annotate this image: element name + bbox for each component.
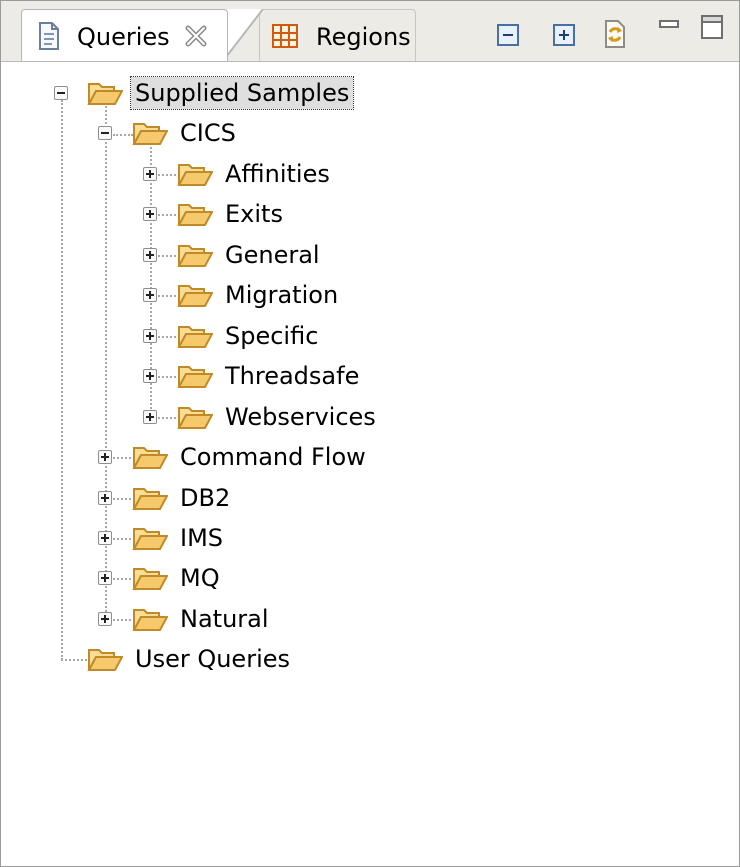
tree-node-natural[interactable]: Natural (1, 600, 401, 640)
tree-node-label: Migration (225, 281, 339, 309)
tree-node-label: Affinities (225, 160, 330, 188)
folder-open-icon (177, 245, 213, 267)
tree-connector (158, 376, 176, 378)
minimize-icon[interactable] (659, 15, 679, 34)
tree-connector (113, 457, 131, 459)
tree-node-label: Threadsafe (225, 362, 360, 390)
view-tab-bar: Regions Queries (1, 1, 739, 62)
tree-connector (158, 295, 176, 297)
tree-node-specific[interactable]: Specific (1, 317, 401, 357)
tree-connector (158, 214, 176, 216)
tree-node-label: General (225, 241, 320, 269)
tree-connector (113, 619, 131, 621)
tree-node-migration[interactable]: Migration (1, 276, 401, 316)
expand-toggle-icon[interactable] (143, 329, 157, 343)
tree-node-user-queries[interactable]: User Queries (1, 640, 401, 680)
tree-node-label: MQ (180, 564, 220, 592)
tree-connector (113, 538, 131, 540)
folder-open-icon (177, 164, 213, 186)
tree-node-affinities[interactable]: Affinities (1, 155, 401, 195)
query-tree: Supplied Samples CICS Affinities Exits G… (1, 62, 739, 866)
tree-node-command-flow[interactable]: Command Flow (1, 438, 401, 478)
tab-regions[interactable]: Regions (259, 9, 416, 61)
tree-node-mq[interactable]: MQ (1, 559, 401, 599)
folder-open-icon (132, 528, 168, 550)
folder-open-icon (132, 488, 168, 510)
refresh-icon[interactable] (601, 19, 627, 53)
tree-node-label: DB2 (180, 484, 231, 512)
folder-open-icon (177, 407, 213, 429)
expand-toggle-icon[interactable] (143, 248, 157, 262)
expand-toggle-icon[interactable] (98, 450, 112, 464)
document-icon (38, 22, 60, 54)
tree-node-label: Command Flow (180, 443, 366, 471)
tree-node-ims[interactable]: IMS (1, 519, 401, 559)
folder-open-icon (132, 447, 168, 469)
queries-view-panel: Regions Queries Supplied Samples CICS Af… (0, 0, 740, 867)
tree-node-label: IMS (180, 524, 224, 552)
tree-connector (158, 255, 176, 257)
tree-connector (158, 336, 176, 338)
folder-open-icon (87, 649, 123, 671)
tree-node-label: Natural (180, 605, 269, 633)
tree-node-general[interactable]: General (1, 236, 401, 276)
tree-node-label: Exits (225, 200, 283, 228)
tree-node-label: Webservices (225, 403, 376, 431)
folder-open-icon (132, 609, 168, 631)
tree-node-supplied-samples[interactable]: Supplied Samples (1, 74, 361, 114)
tree-node-label: Supplied Samples (129, 76, 355, 110)
expand-toggle-icon[interactable] (98, 571, 112, 585)
expand-toggle-icon[interactable] (98, 491, 112, 505)
tree-connector (113, 498, 131, 500)
tab-regions-label: Regions (316, 23, 411, 51)
tree-node-cics[interactable]: CICS (1, 114, 301, 154)
folder-open-icon (132, 123, 168, 145)
expand-toggle-icon[interactable] (98, 612, 112, 626)
expand-all-icon[interactable] (553, 24, 575, 50)
close-icon[interactable] (185, 25, 207, 51)
folder-open-icon (177, 326, 213, 348)
expand-toggle-icon[interactable] (143, 207, 157, 221)
collapse-all-icon[interactable] (497, 24, 519, 50)
tree-node-db2[interactable]: DB2 (1, 479, 401, 519)
tab-divider (223, 9, 263, 61)
tree-node-threadsafe[interactable]: Threadsafe (1, 357, 401, 397)
tree-connector (158, 417, 176, 419)
maximize-icon[interactable] (701, 15, 723, 43)
folder-open-icon (87, 83, 123, 105)
tree-node-exits[interactable]: Exits (1, 195, 401, 235)
expand-toggle-icon[interactable] (143, 167, 157, 181)
folder-open-icon (177, 204, 213, 226)
expand-toggle-icon[interactable] (143, 369, 157, 383)
tree-node-webservices[interactable]: Webservices (1, 398, 401, 438)
expand-toggle-icon[interactable] (143, 410, 157, 424)
tree-node-label: User Queries (135, 645, 291, 673)
tree-node-label: CICS (180, 119, 236, 147)
collapse-toggle-icon[interactable] (98, 126, 112, 140)
tree-connector (113, 578, 131, 580)
folder-open-icon (177, 366, 213, 388)
tree-connector (158, 174, 176, 176)
regions-grid-icon (272, 24, 298, 52)
tree-node-label: Specific (225, 322, 319, 350)
collapse-toggle-icon[interactable] (54, 86, 68, 100)
tab-queries-label: Queries (77, 23, 170, 51)
folder-open-icon (132, 568, 168, 590)
folder-open-icon (177, 285, 213, 307)
expand-toggle-icon[interactable] (98, 531, 112, 545)
tab-queries[interactable]: Queries (21, 9, 228, 61)
expand-toggle-icon[interactable] (143, 288, 157, 302)
